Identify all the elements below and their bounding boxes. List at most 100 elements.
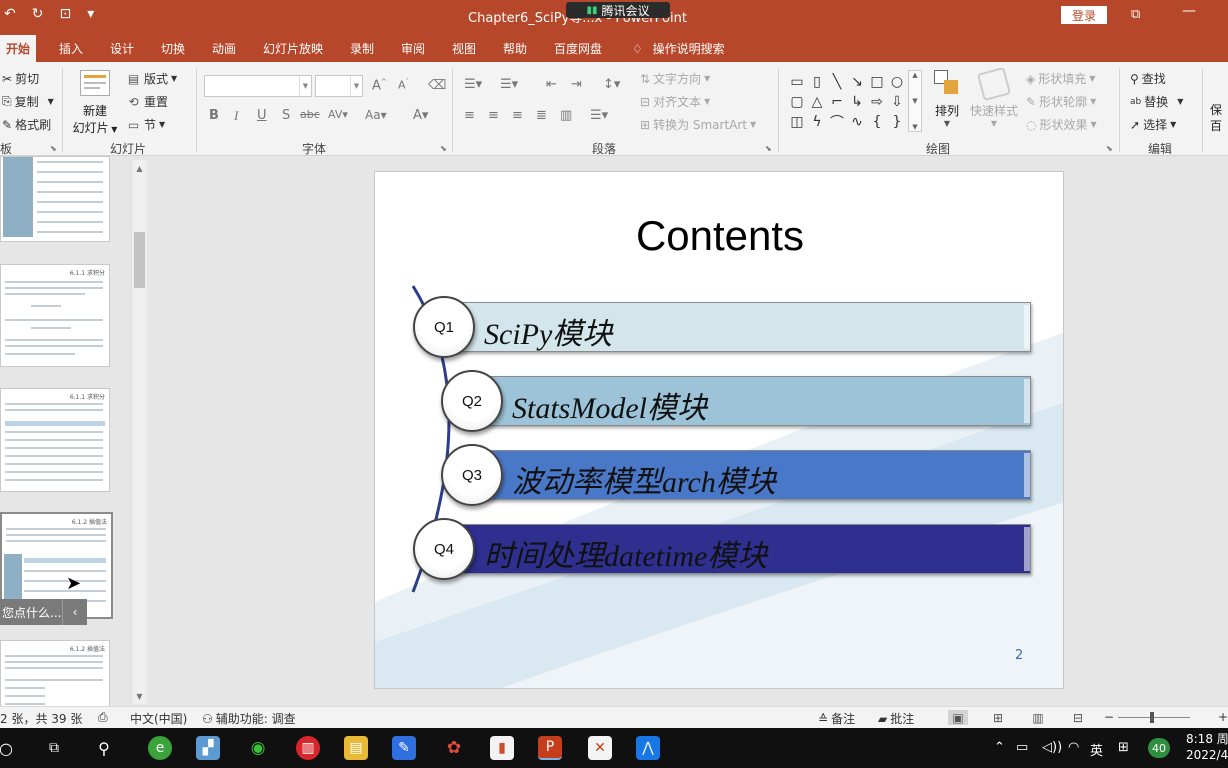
normal-view-icon[interactable]: ▣ bbox=[948, 710, 968, 725]
tab-transitions[interactable]: 切换 bbox=[161, 40, 185, 57]
scrollbar-thumb[interactable] bbox=[134, 232, 145, 288]
vertical-textbox-shape-icon[interactable]: ▯ bbox=[807, 72, 827, 92]
tab-insert[interactable]: 插入 bbox=[59, 40, 83, 57]
font-name-combobox[interactable]: ▼ bbox=[204, 75, 312, 97]
zoom-out-icon[interactable]: − bbox=[1104, 710, 1114, 724]
font-size-combobox[interactable]: ▼ bbox=[315, 75, 363, 97]
spelling-check-icon[interactable]: ⎙ bbox=[98, 710, 108, 725]
minimize-icon[interactable]: — bbox=[1182, 3, 1196, 19]
contents-item-badge[interactable]: Q4 bbox=[413, 518, 475, 580]
contents-item-bar[interactable]: StatsModel模块 bbox=[475, 376, 1031, 426]
tab-review[interactable]: 审阅 bbox=[401, 40, 425, 57]
align-right-icon[interactable]: ≡ bbox=[512, 108, 523, 123]
network-icon[interactable]: ▭ bbox=[1016, 740, 1028, 755]
login-button[interactable]: 登录 bbox=[1061, 6, 1107, 24]
find-button[interactable]: ⚲ 查找 bbox=[1130, 70, 1166, 87]
reset-button[interactable]: ⟲ 重置 bbox=[126, 93, 168, 110]
tab-slideshow[interactable]: 幻灯片放映 bbox=[263, 40, 323, 57]
elbow-connector-shape-icon[interactable]: ⌐ bbox=[827, 92, 847, 112]
slide-thumbnail[interactable]: 6.1.1 求积分 bbox=[0, 264, 110, 367]
more-icon[interactable]: ▼ bbox=[912, 123, 917, 131]
chevron-down-icon[interactable]: ▼ bbox=[132, 688, 147, 704]
slide-sorter-icon[interactable]: ⊞ bbox=[988, 710, 1008, 725]
search-icon[interactable]: ⚲ bbox=[92, 736, 116, 760]
file-explorer-icon[interactable]: ▤ bbox=[344, 736, 368, 760]
slide-counter[interactable]: 2 张，共 39 张 bbox=[0, 710, 82, 727]
dialog-launcher-icon[interactable]: ⬊ bbox=[765, 144, 772, 153]
slideshow-view-icon[interactable]: ⊟ bbox=[1068, 710, 1088, 725]
chevron-up-icon[interactable]: ▲ bbox=[912, 71, 917, 79]
meeting-overlay[interactable]: ▮▮ 腾讯会议 bbox=[566, 2, 670, 18]
contents-item-bar[interactable]: 时间处理datetime模块 bbox=[447, 524, 1031, 574]
format-painter-button[interactable]: ✎ 格式刷 bbox=[2, 116, 51, 133]
present-from-start-icon[interactable]: ⊡ bbox=[59, 6, 71, 22]
customize-qat-icon[interactable]: ▾ bbox=[87, 6, 94, 22]
convert-smartart-button[interactable]: ⊞ 转换为 SmartArt ▼ bbox=[640, 116, 756, 133]
ime-indicator[interactable]: 英 bbox=[1090, 740, 1103, 759]
arrow-line-shape-icon[interactable]: ↘ bbox=[847, 72, 867, 92]
textbox-shape-icon[interactable]: ▭ bbox=[787, 72, 807, 92]
shape-outline-button[interactable]: ✎ 形状轮廓 ▼ bbox=[1026, 93, 1096, 110]
powerpoint-taskbar-icon[interactable]: P bbox=[538, 736, 562, 760]
redo-icon[interactable]: ↻ bbox=[32, 6, 44, 22]
browser-app-icon[interactable]: e bbox=[148, 736, 172, 760]
underline-icon[interactable]: U bbox=[257, 108, 267, 123]
text-shadow-icon[interactable]: S bbox=[282, 108, 290, 123]
contents-item-badge[interactable]: Q2 bbox=[441, 370, 503, 432]
wechat-icon[interactable]: ◉ bbox=[246, 736, 270, 760]
thumbnails-scrollbar[interactable]: ▲ ▼ bbox=[131, 160, 147, 704]
line-shape-icon[interactable]: ╲ bbox=[827, 72, 847, 92]
paragraph-options-icon[interactable]: ☰▾ bbox=[590, 108, 608, 123]
copy-button[interactable]: ⎘ 复制 ▼ bbox=[2, 93, 54, 110]
search-circle-icon[interactable]: ○ bbox=[0, 736, 18, 760]
arrange-button[interactable]: 排列 ▼ bbox=[930, 70, 964, 128]
align-text-button[interactable]: ⊟ 对齐文本 ▼ bbox=[640, 93, 710, 110]
zoom-in-icon[interactable]: + bbox=[1218, 710, 1228, 724]
shape-fill-button[interactable]: ◈ 形状填充 ▼ bbox=[1026, 70, 1095, 87]
right-arrow-shape-icon[interactable]: ⇨ bbox=[867, 92, 887, 112]
select-button[interactable]: ➚ 选择 ▼ bbox=[1130, 116, 1176, 133]
curve-shape-icon[interactable]: ⌒ bbox=[827, 112, 847, 132]
contents-item-bar[interactable]: SciPy模块 bbox=[447, 302, 1031, 352]
oval-shape-icon[interactable]: ○ bbox=[887, 72, 907, 92]
zoom-slider-knob[interactable] bbox=[1150, 712, 1154, 723]
left-brace-shape-icon[interactable]: { bbox=[867, 112, 887, 132]
quick-styles-button[interactable]: 快速样式 ▼ bbox=[968, 66, 1020, 128]
task-view-icon[interactable]: ⧉ bbox=[42, 736, 66, 760]
zoom-slider[interactable] bbox=[1118, 712, 1190, 723]
rounded-rect-shape-icon[interactable]: ▢ bbox=[787, 92, 807, 112]
numbering-icon[interactable]: ☰▾ bbox=[500, 77, 518, 92]
bold-icon[interactable]: B bbox=[209, 108, 219, 123]
audio-app-icon[interactable]: ▥ bbox=[296, 736, 320, 760]
wifi-icon[interactable]: ◠ bbox=[1068, 740, 1079, 755]
save-to-baidu-button[interactable]: 保 百 bbox=[1210, 102, 1222, 134]
new-slide-button[interactable]: 新建 幻灯片 ▼ bbox=[70, 68, 120, 138]
italic-icon[interactable]: I bbox=[234, 108, 238, 124]
chevron-up-icon[interactable]: ▲ bbox=[132, 160, 147, 176]
reading-view-icon[interactable]: ▥ bbox=[1028, 710, 1048, 725]
justify-icon[interactable]: ≣ bbox=[536, 108, 547, 123]
tray-chevron-icon[interactable]: ⌃ bbox=[994, 740, 1005, 755]
clear-formatting-icon[interactable]: ⌫ bbox=[428, 78, 446, 93]
elbow-arrow-shape-icon[interactable]: ↳ bbox=[847, 92, 867, 112]
ribbon-display-options-icon[interactable]: ⧉ bbox=[1131, 7, 1140, 22]
tell-me-search[interactable]: ♢ 操作说明搜索 bbox=[632, 40, 725, 57]
feishu-app-icon[interactable]: ✎ bbox=[392, 736, 416, 760]
font-color-icon[interactable]: A▾ bbox=[413, 108, 428, 123]
notes-button[interactable]: ≙ 备注 bbox=[818, 710, 855, 727]
slide-canvas[interactable]: Contents SciPy模块 Q1 StatsModel模块 Q2 波动率模… bbox=[374, 171, 1064, 689]
contents-item-badge[interactable]: Q1 bbox=[413, 296, 475, 358]
align-left-icon[interactable]: ≡ bbox=[464, 108, 475, 123]
volume-icon[interactable]: ◁)) bbox=[1042, 740, 1062, 755]
shapes-gallery[interactable]: ▭ ▯ ╲ ↘ □ ○ ▢ △ ⌐ ↳ ⇨ ⇩ ◫ ϟ ⌒ ∿{} bbox=[787, 72, 907, 132]
contents-item-bar[interactable]: 波动率模型arch模块 bbox=[475, 450, 1031, 500]
tab-animations[interactable]: 动画 bbox=[212, 40, 236, 57]
suggestion-popup[interactable]: 您点什么... ‹ bbox=[0, 599, 87, 625]
lightning-shape-icon[interactable]: ϟ bbox=[807, 112, 827, 132]
rectangle-shape-icon[interactable]: □ bbox=[867, 72, 887, 92]
chevron-left-icon[interactable]: ‹ bbox=[62, 599, 87, 625]
contents-item-badge[interactable]: Q3 bbox=[441, 444, 503, 506]
increase-font-size-icon[interactable]: A^ bbox=[372, 78, 387, 93]
notification-badge[interactable]: 40 bbox=[1148, 738, 1170, 758]
increase-indent-icon[interactable]: ⇥ bbox=[571, 77, 582, 92]
